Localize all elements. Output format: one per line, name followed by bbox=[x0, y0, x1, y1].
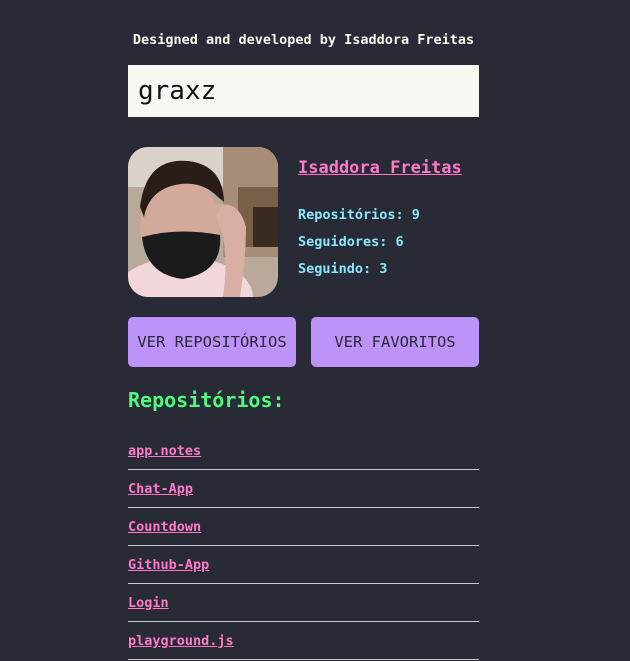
list-item: Countdown bbox=[128, 508, 479, 546]
stat-following: Seguindo: 3 bbox=[298, 261, 388, 277]
list-item: app.notes bbox=[128, 432, 479, 470]
repo-link[interactable]: Github-App bbox=[128, 557, 209, 573]
repositories-heading: Repositórios: bbox=[128, 388, 285, 412]
search-input[interactable] bbox=[128, 65, 479, 117]
stat-repositories: Repositórios: 9 bbox=[298, 207, 420, 223]
view-repositories-button[interactable]: VER REPOSITÓRIOS bbox=[128, 317, 296, 367]
stat-followers: Seguidores: 6 bbox=[298, 234, 404, 250]
repo-link[interactable]: Countdown bbox=[128, 519, 201, 535]
list-item: Chat-App bbox=[128, 470, 479, 508]
repo-link[interactable]: Login bbox=[128, 595, 169, 611]
profile-name-link[interactable]: Isaddora Freitas bbox=[298, 158, 462, 178]
repository-list: app.notes Chat-App Countdown Github-App … bbox=[128, 432, 479, 660]
list-item: playground.js bbox=[128, 622, 479, 660]
repo-link[interactable]: Chat-App bbox=[128, 481, 193, 497]
repo-link[interactable]: app.notes bbox=[128, 443, 201, 459]
avatar bbox=[128, 147, 278, 297]
list-item: Login bbox=[128, 584, 479, 622]
list-item: Github-App bbox=[128, 546, 479, 584]
repo-link[interactable]: playground.js bbox=[128, 633, 234, 649]
view-favorites-button[interactable]: VER FAVORITOS bbox=[311, 317, 479, 367]
credit-text: Designed and developed by Isaddora Freit… bbox=[132, 32, 475, 48]
